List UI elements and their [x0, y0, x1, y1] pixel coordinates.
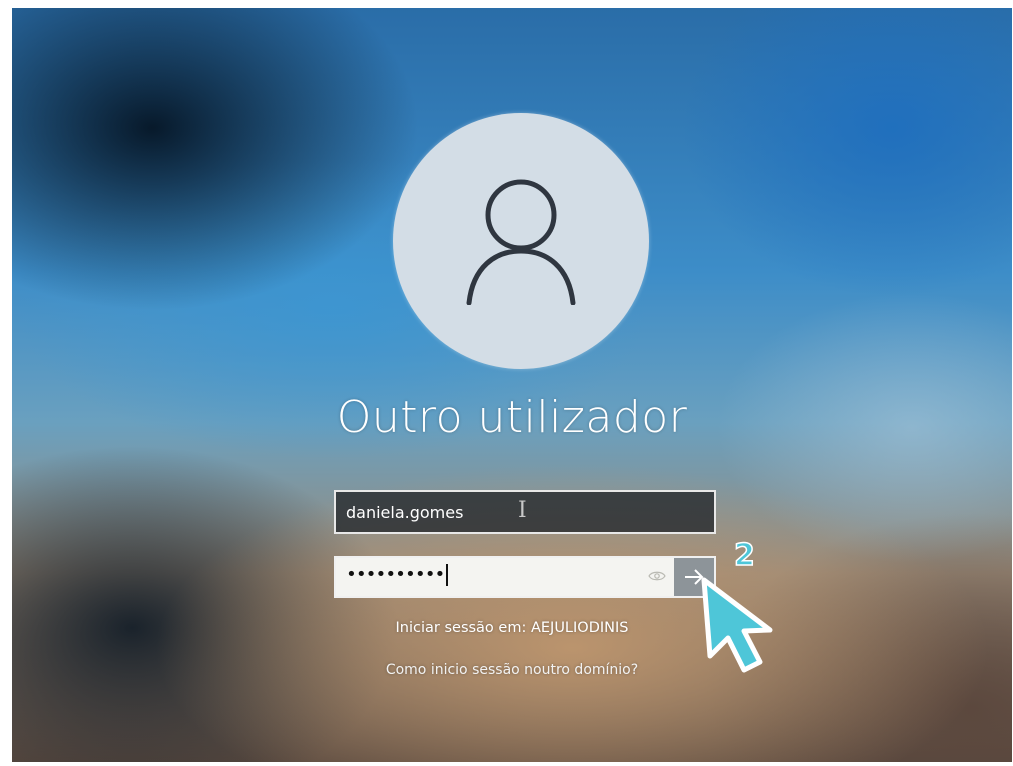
signin-domain-text: Iniciar sessão em: AEJULIODINIS — [395, 620, 629, 636]
eye-icon[interactable] — [648, 569, 666, 583]
user-avatar — [393, 113, 649, 369]
lock-screen: Outro utilizador daniela.gomes I •••••••… — [12, 8, 1012, 762]
user-silhouette-icon — [466, 179, 576, 305]
password-value: •••••••••• — [346, 564, 449, 586]
user-name-title: Outro utilizador — [336, 392, 688, 443]
ibeam-cursor-icon: I — [518, 498, 527, 523]
mouse-pointer-icon — [701, 577, 773, 673]
other-domain-link[interactable]: Como inicio sessão noutro domínio? — [12, 662, 1012, 678]
password-input[interactable]: •••••••••• — [334, 556, 716, 598]
text-caret — [446, 564, 449, 586]
step-number-badge: 2 — [733, 537, 755, 574]
